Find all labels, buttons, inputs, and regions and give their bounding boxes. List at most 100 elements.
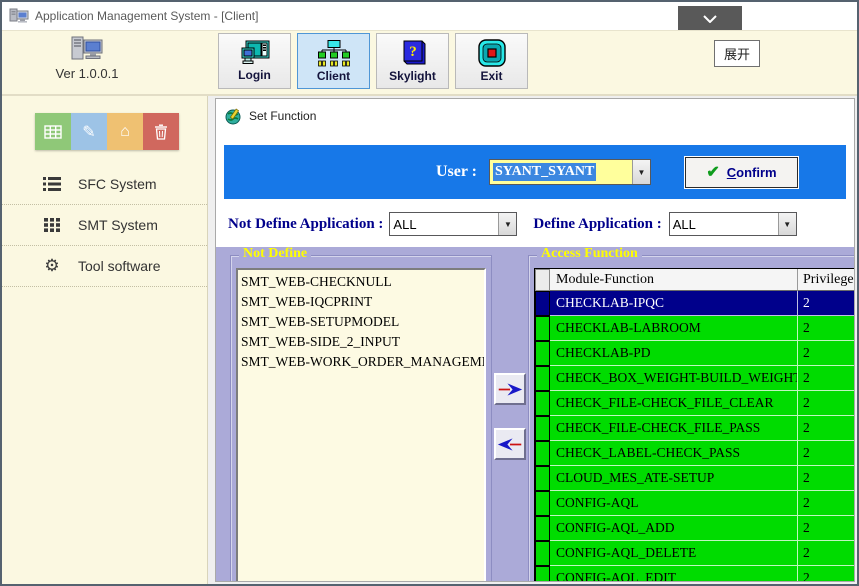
user-combobox[interactable]: SYANT_SYANT ▼: [489, 159, 651, 185]
not-define-listbox[interactable]: SMT_WEB-CHECKNULLSMT_WEB-IQCPRINTSMT_WEB…: [236, 268, 486, 581]
row-header-cell[interactable]: [535, 391, 550, 416]
row-header-cell[interactable]: [535, 416, 550, 441]
exit-button[interactable]: Exit: [455, 33, 528, 89]
privilege-cell: 2: [798, 291, 854, 316]
access-table-rows: CHECKLAB-IPQC2CHECKLAB-LABROOM2CHECKLAB-…: [535, 291, 854, 581]
not-define-application-combobox[interactable]: ALL ▼: [389, 212, 517, 236]
collapse-chevron-button[interactable]: [678, 6, 742, 31]
panel-header: Set Function: [216, 101, 854, 131]
table-row[interactable]: CONFIG-AQL_DELETE2: [535, 541, 854, 566]
table-row[interactable]: CHECK_FILE-CHECK_FILE_PASS2: [535, 416, 854, 441]
row-header-cell[interactable]: [535, 341, 550, 366]
module-function-cell: CONFIG-AQL_EDIT: [550, 566, 798, 581]
move-left-button[interactable]: [494, 428, 526, 460]
privilege-cell: 2: [798, 491, 854, 516]
row-header-cell[interactable]: [535, 566, 550, 581]
sidebar-action-bar: ✎ ⌂: [35, 113, 179, 150]
not-define-application-value: ALL: [390, 213, 498, 235]
privilege-cell: 2: [798, 416, 854, 441]
table-row[interactable]: CHECKLAB-LABROOM2: [535, 316, 854, 341]
exit-label: Exit: [480, 69, 502, 83]
row-header-cell[interactable]: [535, 291, 550, 316]
toolbar-band: Ver 1.0.0.1 Login: [2, 30, 857, 94]
dropdown-arrow-icon[interactable]: ▼: [498, 213, 516, 235]
sidebar-item-label: Tool software: [78, 258, 160, 274]
home-action-button[interactable]: ⌂: [107, 113, 143, 150]
grid-action-button[interactable]: [35, 113, 71, 150]
dropdown-arrow-icon[interactable]: ▼: [632, 160, 650, 184]
grid-squares-icon: [42, 218, 62, 232]
table-row[interactable]: CHECK_BOX_WEIGHT-BUILD_WEIGHT2: [535, 366, 854, 391]
access-function-groupbox: Access Function Module-Function Privileg…: [528, 255, 854, 581]
row-header-cell[interactable]: [535, 491, 550, 516]
table-row[interactable]: CONFIG-AQL2: [535, 491, 854, 516]
list-item[interactable]: SMT_WEB-WORK_ORDER_MANAGEMENT: [241, 352, 484, 372]
home-icon: ⌂: [120, 123, 130, 141]
sidebar-item-label: SMT System: [78, 217, 158, 233]
trash-icon: [154, 124, 168, 140]
sidebar-item-tool-software[interactable]: ⚙ Tool software: [2, 246, 207, 287]
pencil-action-button[interactable]: ✎: [71, 113, 107, 150]
module-function-cell: CHECKLAB-PD: [550, 341, 798, 366]
sidebar-menu: SFC System SMT System ⚙ Tool software: [2, 164, 207, 287]
trash-action-button[interactable]: [143, 113, 179, 150]
move-right-button[interactable]: [494, 373, 526, 405]
module-function-column-header: Module-Function: [550, 269, 798, 291]
row-header-cell[interactable]: [535, 466, 550, 491]
privilege-cell: 2: [798, 566, 854, 581]
define-application-label: Define Application :: [533, 216, 661, 233]
module-function-cell: CLOUD_MES_ATE-SETUP: [550, 466, 798, 491]
list-item[interactable]: SMT_WEB-CHECKNULL: [241, 272, 484, 292]
main-panel: Set Function User : SYANT_SYANT ▼ ✔ Conf…: [215, 98, 855, 582]
version-label: Ver 1.0.0.1: [22, 66, 152, 81]
login-button[interactable]: Login: [218, 33, 291, 89]
table-row[interactable]: CONFIG-AQL_ADD2: [535, 516, 854, 541]
not-define-application-label: Not Define Application :: [228, 216, 383, 233]
module-function-cell: CHECKLAB-IPQC: [550, 291, 798, 316]
row-header-cell[interactable]: [535, 366, 550, 391]
table-row[interactable]: CHECKLAB-IPQC2: [535, 291, 854, 316]
table-row[interactable]: CHECK_FILE-CHECK_FILE_CLEAR2: [535, 391, 854, 416]
confirm-label: Confirm: [727, 165, 777, 180]
transfer-area: Not Define SMT_WEB-CHECKNULLSMT_WEB-IQCP…: [216, 247, 854, 581]
row-header-cell[interactable]: [535, 316, 550, 341]
table-row[interactable]: CONFIG-AQL_EDIT2: [535, 566, 854, 581]
arrow-right-icon: [497, 381, 523, 398]
client-label: Client: [317, 69, 350, 83]
define-application-combobox[interactable]: ALL ▼: [669, 212, 797, 236]
expand-button[interactable]: 展开: [714, 40, 760, 67]
skylight-button[interactable]: ? Skylight: [376, 33, 449, 89]
client-icon: [318, 40, 350, 67]
body-row: ✎ ⌂: [2, 94, 857, 584]
row-header-cell[interactable]: [535, 541, 550, 566]
list-item[interactable]: SMT_WEB-IQCPRINT: [241, 292, 484, 312]
row-header-cell[interactable]: [535, 516, 550, 541]
sidebar-item-sfc-system[interactable]: SFC System: [2, 164, 207, 205]
privilege-column-header: Privilege: [798, 269, 854, 291]
table-row[interactable]: CHECK_LABEL-CHECK_PASS2: [535, 441, 854, 466]
window-title: Application Management System - [Client]: [35, 9, 258, 23]
chevron-down-icon: [703, 15, 717, 23]
module-function-cell: CHECK_LABEL-CHECK_PASS: [550, 441, 798, 466]
client-button[interactable]: Client: [297, 33, 370, 89]
privilege-cell: 2: [798, 341, 854, 366]
dropdown-arrow-icon[interactable]: ▼: [778, 213, 796, 235]
exit-icon: [477, 39, 507, 67]
pencil-icon: ✎: [82, 122, 95, 142]
sidebar: ✎ ⌂: [2, 96, 208, 584]
row-header-cell[interactable]: [535, 441, 550, 466]
table-row[interactable]: CHECKLAB-PD2: [535, 341, 854, 366]
login-label: Login: [238, 68, 271, 82]
list-item[interactable]: SMT_WEB-SETUPMODEL: [241, 312, 484, 332]
not-define-group-title: Not Define: [239, 247, 311, 262]
computer-icon: [68, 35, 106, 65]
grid-icon: [44, 125, 62, 139]
title-bar: Application Management System - [Client]: [2, 2, 857, 30]
sidebar-item-smt-system[interactable]: SMT System: [2, 205, 207, 246]
privilege-cell: 2: [798, 366, 854, 391]
skylight-label: Skylight: [389, 69, 436, 83]
list-item[interactable]: SMT_WEB-SIDE_2_INPUT: [241, 332, 484, 352]
table-row[interactable]: CLOUD_MES_ATE-SETUP2: [535, 466, 854, 491]
privilege-cell: 2: [798, 316, 854, 341]
confirm-button[interactable]: ✔ Confirm: [685, 157, 798, 188]
